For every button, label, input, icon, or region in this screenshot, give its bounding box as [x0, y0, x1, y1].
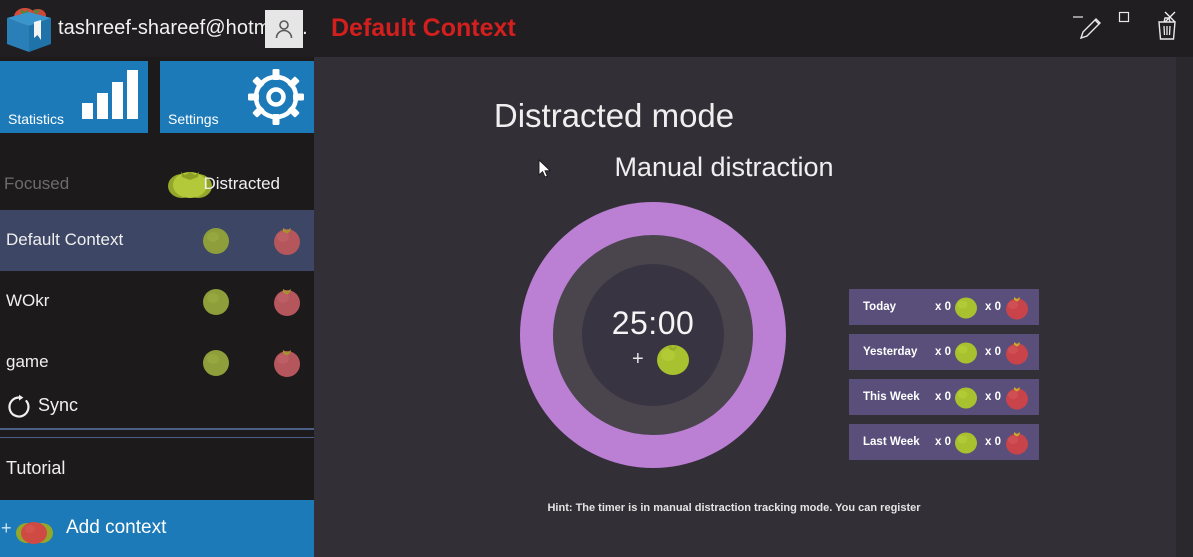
stat-row: Last Week x 0 x 0 — [849, 424, 1039, 460]
stat-red-count: x 0 — [985, 301, 1001, 313]
tab-settings[interactable]: Settings — [160, 61, 314, 133]
vertical-scrollbar[interactable] — [1176, 57, 1193, 557]
context-list-item[interactable]: Default Context — [0, 210, 314, 271]
tab-statistics-label: Statistics — [8, 111, 65, 127]
stat-label: Today — [863, 301, 897, 313]
stat-green-count: x 0 — [935, 346, 951, 358]
green-tomato-icon — [953, 385, 979, 415]
stats-panel: Today x 0 x 0 Yesterday x 0 x 0 This Wee… — [849, 289, 1039, 469]
red-tomato-icon — [270, 225, 304, 262]
pencil-icon — [1079, 18, 1101, 40]
stat-red-count: x 0 — [985, 391, 1001, 403]
mode-distracted-label: Distracted — [203, 174, 280, 193]
mode-subheading: Manual distraction — [614, 152, 834, 182]
refresh-icon — [6, 394, 32, 425]
focus-mode-toggle-row[interactable]: Focused Distracted — [0, 157, 314, 213]
stat-red-count: x 0 — [985, 436, 1001, 448]
stat-green-count: x 0 — [935, 436, 951, 448]
app-logo-icon — [3, 2, 55, 54]
red-tomato-icon — [1003, 384, 1031, 416]
stat-label: Last Week — [863, 436, 920, 448]
mode-focused-label: Focused — [4, 174, 70, 193]
delete-context-button[interactable] — [1147, 8, 1187, 48]
stat-green-count: x 0 — [935, 391, 951, 403]
edit-context-button[interactable] — [1071, 8, 1111, 48]
green-tomato-icon — [200, 287, 232, 322]
green-tomato-icon — [953, 295, 979, 325]
sidebar-item-tutorial-label: Tutorial — [6, 458, 66, 478]
timer-value: 25:00 — [611, 305, 695, 341]
title-bar: tashreef-shareef@hotmail... Default Cont… — [0, 0, 1193, 57]
mode-heading: Distracted mode — [493, 97, 735, 134]
hint-text: Hint: The timer is in manual distraction… — [547, 502, 921, 514]
add-context-button[interactable]: + Add context — [0, 500, 314, 557]
context-name: WOkr — [6, 291, 50, 310]
green-tomato-icon — [200, 226, 232, 261]
sidebar-item-sync[interactable]: Sync — [0, 375, 314, 437]
sidebar: Statistics Settings Focused Distracted D… — [0, 57, 314, 557]
page-title: Default Context — [331, 14, 516, 42]
avatar[interactable] — [265, 10, 303, 48]
sidebar-item-tutorial[interactable]: Tutorial — [0, 437, 314, 500]
green-tomato-icon — [953, 340, 979, 370]
gear-icon — [246, 67, 306, 132]
mouse-cursor — [538, 158, 552, 179]
stat-label: Yesterday — [863, 346, 918, 358]
pomodoro-timer[interactable]: 25:00 + — [520, 202, 786, 468]
add-context-label: Add context — [66, 517, 167, 538]
sidebar-tiles: Statistics Settings — [0, 61, 314, 133]
main-content: Distracted mode Manual distraction 25:00… — [314, 57, 1193, 557]
context-list-item[interactable]: WOkr — [0, 271, 314, 332]
bar-chart-icon — [80, 67, 140, 126]
app-window: tashreef-shareef@hotmail... Default Cont… — [0, 0, 1193, 557]
green-tomato-icon — [657, 345, 689, 375]
context-name: game — [6, 352, 49, 371]
red-tomato-icon — [1003, 339, 1031, 371]
stat-red-count: x 0 — [985, 346, 1001, 358]
context-name: Default Context — [6, 230, 124, 249]
timer-add-label: + — [632, 348, 644, 370]
tab-settings-label: Settings — [168, 111, 219, 127]
person-icon — [275, 20, 293, 39]
stat-row: Yesterday x 0 x 0 — [849, 334, 1039, 370]
red-tomato-icon — [1003, 429, 1031, 461]
context-tools — [1071, 8, 1187, 48]
stat-row: This Week x 0 x 0 — [849, 379, 1039, 415]
trash-icon — [1158, 17, 1176, 40]
red-tomato-icon — [1003, 294, 1031, 326]
green-tomato-icon — [953, 430, 979, 460]
plus-icon: + — [1, 518, 12, 538]
tomato-icon — [12, 518, 56, 551]
stat-label: This Week — [863, 391, 920, 403]
sidebar-item-sync-label: Sync — [38, 395, 79, 415]
stat-green-count: x 0 — [935, 301, 951, 313]
timer-add-distraction-button[interactable] — [653, 339, 693, 382]
tab-statistics[interactable]: Statistics — [0, 61, 148, 133]
red-tomato-icon — [270, 286, 304, 323]
stat-row: Today x 0 x 0 — [849, 289, 1039, 325]
